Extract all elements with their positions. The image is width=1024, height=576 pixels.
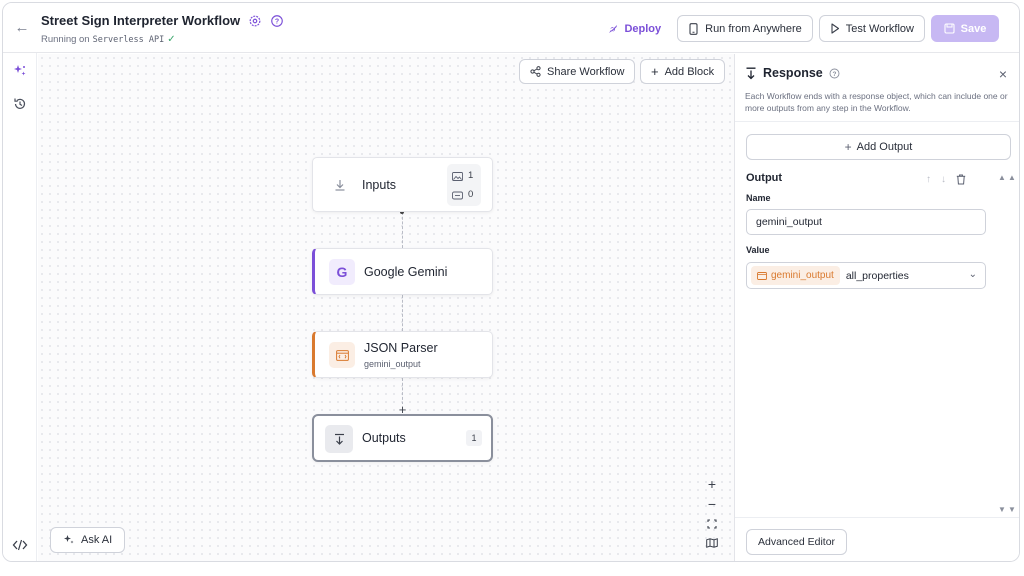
panel-title: Response bbox=[763, 66, 823, 80]
value-source-chip: gemini_output bbox=[751, 266, 840, 285]
workflow-title: Street Sign Interpreter Workflow bbox=[41, 13, 241, 28]
help-icon[interactable]: ? bbox=[829, 68, 840, 79]
add-block-label: Add Block bbox=[664, 65, 715, 78]
inputs-counts: 1 0 bbox=[447, 164, 481, 206]
ask-ai-button[interactable]: Ask AI bbox=[50, 527, 126, 553]
history-icon[interactable] bbox=[11, 95, 29, 113]
code-icon[interactable] bbox=[11, 536, 29, 554]
node-sublabel: gemini_output bbox=[364, 359, 421, 369]
left-rail bbox=[3, 53, 37, 561]
running-status: Running on Serverless API ✓ bbox=[41, 34, 176, 45]
close-icon[interactable]: × bbox=[999, 66, 1007, 82]
scrollbar[interactable]: ▲ ▲ ▼ ▼ bbox=[996, 171, 1016, 516]
svg-text:?: ? bbox=[275, 18, 279, 25]
scroll-up-icon[interactable]: ▲ bbox=[998, 173, 1006, 182]
node-label: Inputs bbox=[362, 178, 397, 192]
running-target: Serverless API bbox=[92, 34, 165, 45]
output-section-title: Output bbox=[746, 172, 783, 184]
response-panel: Response ? × Each Workflow ends with a r… bbox=[734, 54, 1019, 561]
output-arrow-icon bbox=[325, 425, 353, 453]
move-down-icon[interactable]: ↓ bbox=[941, 174, 946, 185]
panel-title-row: Response ? bbox=[745, 66, 840, 80]
fit-view-icon[interactable] bbox=[703, 515, 721, 533]
plus-icon: + bbox=[651, 64, 659, 79]
deploy-button[interactable]: Deploy bbox=[597, 15, 671, 42]
workflow-canvas[interactable]: Share Workflow + Add Block + Inputs 1 0 … bbox=[38, 54, 734, 561]
play-icon bbox=[831, 23, 839, 34]
settings-icon[interactable] bbox=[248, 14, 262, 28]
node-label: Google Gemini bbox=[364, 265, 448, 279]
save-icon bbox=[944, 23, 955, 34]
sparkles-icon[interactable] bbox=[11, 62, 29, 80]
json-parser-icon bbox=[757, 271, 767, 280]
scroll-down-icon[interactable]: ▼ bbox=[998, 505, 1006, 514]
help-icon[interactable]: ? bbox=[270, 14, 284, 28]
panel-header: Response ? × Each Workflow ends with a r… bbox=[735, 54, 1019, 122]
app-window: ← Street Sign Interpreter Workflow ? Run… bbox=[2, 2, 1020, 562]
test-workflow-label: Test Workflow bbox=[845, 22, 914, 35]
advanced-editor-button[interactable]: Advanced Editor bbox=[746, 529, 848, 555]
test-workflow-button[interactable]: Test Workflow bbox=[818, 15, 925, 42]
rocket-icon bbox=[609, 24, 618, 33]
edge-inputs-gemini bbox=[402, 212, 403, 248]
deploy-label: Deploy bbox=[624, 22, 662, 35]
node-outputs[interactable]: Outputs 1 bbox=[312, 414, 493, 462]
share-icon bbox=[530, 66, 541, 77]
panel-footer: Advanced Editor bbox=[735, 517, 1019, 561]
back-arrow-icon[interactable]: ← bbox=[13, 19, 31, 37]
scroll-up-icon[interactable]: ▲ bbox=[1008, 173, 1016, 182]
zoom-in-button[interactable]: + bbox=[703, 475, 721, 493]
move-up-icon[interactable]: ↑ bbox=[926, 174, 931, 185]
phone-icon bbox=[689, 22, 698, 35]
run-from-anywhere-label: Run from Anywhere bbox=[705, 22, 802, 35]
run-from-anywhere-button[interactable]: Run from Anywhere bbox=[677, 15, 813, 42]
value-property: all_properties bbox=[845, 269, 909, 282]
node-google-gemini[interactable]: G Google Gemini bbox=[312, 248, 493, 295]
minimap-icon[interactable] bbox=[703, 534, 721, 552]
top-bar: ← Street Sign Interpreter Workflow ? Run… bbox=[3, 3, 1019, 53]
value-source-label: gemini_output bbox=[771, 270, 834, 281]
google-g-icon: G bbox=[329, 259, 355, 285]
image-icon bbox=[452, 172, 463, 181]
panel-description: Each Workflow ends with a response objec… bbox=[745, 91, 1008, 113]
json-parser-icon bbox=[329, 342, 355, 368]
share-workflow-label: Share Workflow bbox=[547, 65, 625, 78]
output-arrow-icon bbox=[746, 67, 756, 79]
zoom-out-button[interactable]: − bbox=[703, 495, 721, 513]
check-icon: ✓ bbox=[167, 34, 176, 45]
add-block-button[interactable]: + Add Block bbox=[640, 59, 726, 84]
image-count: 1 bbox=[468, 170, 474, 181]
node-label: JSON Parser bbox=[364, 341, 438, 355]
node-json-parser[interactable]: JSON Parser gemini_output bbox=[312, 331, 493, 378]
add-output-label: Add Output bbox=[856, 141, 913, 153]
parameter-count: 0 bbox=[468, 189, 474, 200]
svg-text:?: ? bbox=[832, 71, 836, 78]
parameter-icon bbox=[452, 191, 463, 200]
output-value-select[interactable]: gemini_output all_properties ⌄ bbox=[746, 262, 986, 289]
output-tools: ↑ ↓ bbox=[926, 174, 966, 185]
value-label: Value bbox=[746, 245, 770, 255]
edge-gemini-parser bbox=[402, 295, 403, 331]
trash-icon[interactable] bbox=[956, 174, 966, 185]
share-workflow-button[interactable]: Share Workflow bbox=[519, 59, 636, 84]
node-inputs[interactable]: Inputs 1 0 bbox=[312, 157, 493, 212]
title-row: Street Sign Interpreter Workflow ? bbox=[41, 13, 284, 28]
running-prefix: Running on bbox=[41, 34, 90, 45]
save-button[interactable]: Save bbox=[931, 15, 999, 42]
node-label: Outputs bbox=[362, 431, 406, 445]
add-output-button[interactable]: + Add Output bbox=[746, 134, 1011, 160]
chevron-down-icon: ⌄ bbox=[968, 269, 977, 280]
scroll-down-icon[interactable]: ▼ bbox=[1008, 505, 1016, 514]
header-actions: Deploy Run from Anywhere Test Workflow S… bbox=[597, 15, 999, 42]
output-name-input[interactable] bbox=[746, 209, 986, 235]
save-label: Save bbox=[960, 22, 987, 35]
ask-ai-label: Ask AI bbox=[81, 534, 113, 546]
download-icon bbox=[327, 172, 353, 198]
name-label: Name bbox=[746, 193, 771, 203]
plus-icon: + bbox=[844, 140, 852, 154]
outputs-count-badge: 1 bbox=[466, 430, 482, 446]
sparkles-icon bbox=[64, 535, 74, 544]
